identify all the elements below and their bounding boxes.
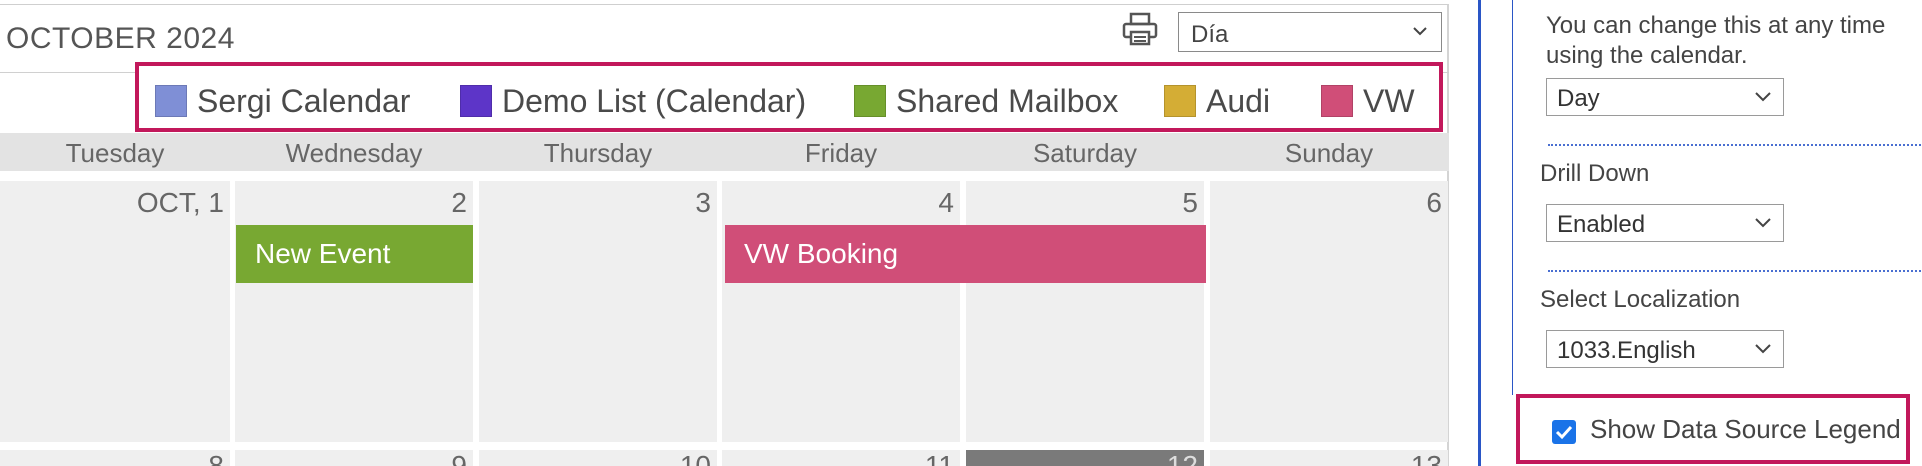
day-number: 4: [938, 187, 954, 218]
weekday-friday: Friday: [804, 138, 878, 168]
print-icon[interactable]: [1122, 12, 1158, 46]
show-legend-label[interactable]: Show Data Source Legend: [1590, 414, 1901, 445]
section-divider: [1548, 270, 1922, 272]
day-cell-oct-3[interactable]: 3: [479, 181, 717, 442]
day-number: 10: [679, 450, 711, 466]
day-number: 11: [924, 450, 954, 466]
localization-label: Select Localization: [1540, 286, 1741, 313]
show-legend-option: Show Data Source Legend: [1516, 394, 1910, 464]
checkmark-icon: [1555, 425, 1573, 440]
day-number: 2: [451, 187, 467, 218]
localization-select[interactable]: 1033.English: [1546, 330, 1784, 368]
localization-value: 1033.English: [1557, 337, 1696, 364]
legend-label: VW: [1363, 83, 1415, 119]
legend-label: Sergi Calendar: [197, 83, 411, 119]
show-legend-checkbox[interactable]: [1552, 420, 1576, 444]
day-cell-oct-1[interactable]: OCT, 1: [0, 181, 230, 442]
chevron-down-icon: [1755, 92, 1771, 102]
legend-swatch: [460, 85, 492, 117]
event-vw-booking[interactable]: VW Booking: [725, 225, 1206, 283]
day-cell-oct-4[interactable]: 4: [722, 181, 960, 442]
legend-swatch: [854, 85, 886, 117]
chevron-down-icon: [1755, 344, 1771, 354]
legend-swatch: [155, 85, 187, 117]
legend-label: Demo List (Calendar): [502, 83, 807, 119]
weekday-thursday: Thursday: [543, 138, 653, 168]
day-cell-oct-8[interactable]: 8: [0, 450, 230, 466]
day-number: 6: [1426, 187, 1442, 218]
day-number: 5: [1182, 187, 1198, 218]
month-title: OCTOBER 2024: [6, 22, 235, 55]
view-select[interactable]: Día: [1178, 12, 1442, 52]
weekday-wednesday: Wednesday: [285, 138, 423, 168]
day-number: 9: [451, 450, 467, 466]
day-number: 8: [208, 450, 224, 466]
weekday-tuesday: Tuesday: [65, 138, 165, 168]
drill-down-value: Enabled: [1557, 211, 1646, 238]
day-number: OCT, 1: [136, 187, 224, 218]
section-divider: [1548, 144, 1922, 146]
drill-down-label: Drill Down: [1540, 160, 1650, 187]
legend-swatch: [1321, 85, 1353, 117]
day-cell-oct-12-today[interactable]: 12: [966, 450, 1204, 466]
day-cell-oct-9[interactable]: 9: [235, 450, 473, 466]
day-number: 13: [1410, 450, 1442, 466]
event-new-event[interactable]: New Event: [236, 225, 473, 283]
view-select-value: Día: [1191, 21, 1229, 48]
weekday-sunday: Sunday: [1284, 138, 1374, 168]
legend-label: Shared Mailbox: [896, 83, 1119, 119]
chevron-down-icon: [1755, 218, 1771, 228]
day-number: 3: [695, 187, 711, 218]
day-cell-oct-2[interactable]: 2: [235, 181, 473, 442]
day-cell-oct-11[interactable]: 11: [722, 450, 960, 466]
weekday-header: Tuesday Wednesday Thursday Friday Saturd…: [0, 133, 1449, 171]
default-view-value: Day: [1557, 85, 1600, 112]
day-cell-oct-6[interactable]: 6: [1210, 181, 1448, 442]
calendar-pane: OCTOBER 2024 Día Sergi Calendar Demo Lis…: [0, 0, 1451, 466]
drill-down-select[interactable]: Enabled: [1546, 204, 1784, 242]
default-view-select[interactable]: Day: [1546, 78, 1784, 116]
settings-pane: You can change this at any time using th…: [1478, 0, 1922, 466]
view-help-text-line1: You can change this at any time: [1546, 12, 1886, 39]
view-help-text-line2: using the calendar.: [1546, 42, 1748, 69]
legend-swatch: [1164, 85, 1196, 117]
day-cell-oct-10[interactable]: 10: [479, 450, 717, 466]
chevron-down-icon: [1413, 27, 1427, 36]
day-cell-oct-13[interactable]: 13: [1210, 450, 1448, 466]
weekday-saturday: Saturday: [1032, 138, 1138, 168]
legend-label: Audi: [1206, 83, 1271, 119]
section-border: [1512, 0, 1513, 395]
day-number: 12: [1166, 450, 1198, 466]
data-source-legend: Sergi Calendar Demo List (Calendar) Shar…: [135, 62, 1443, 132]
day-cell-oct-5[interactable]: 5: [966, 181, 1204, 442]
pane-border: [1478, 0, 1481, 466]
